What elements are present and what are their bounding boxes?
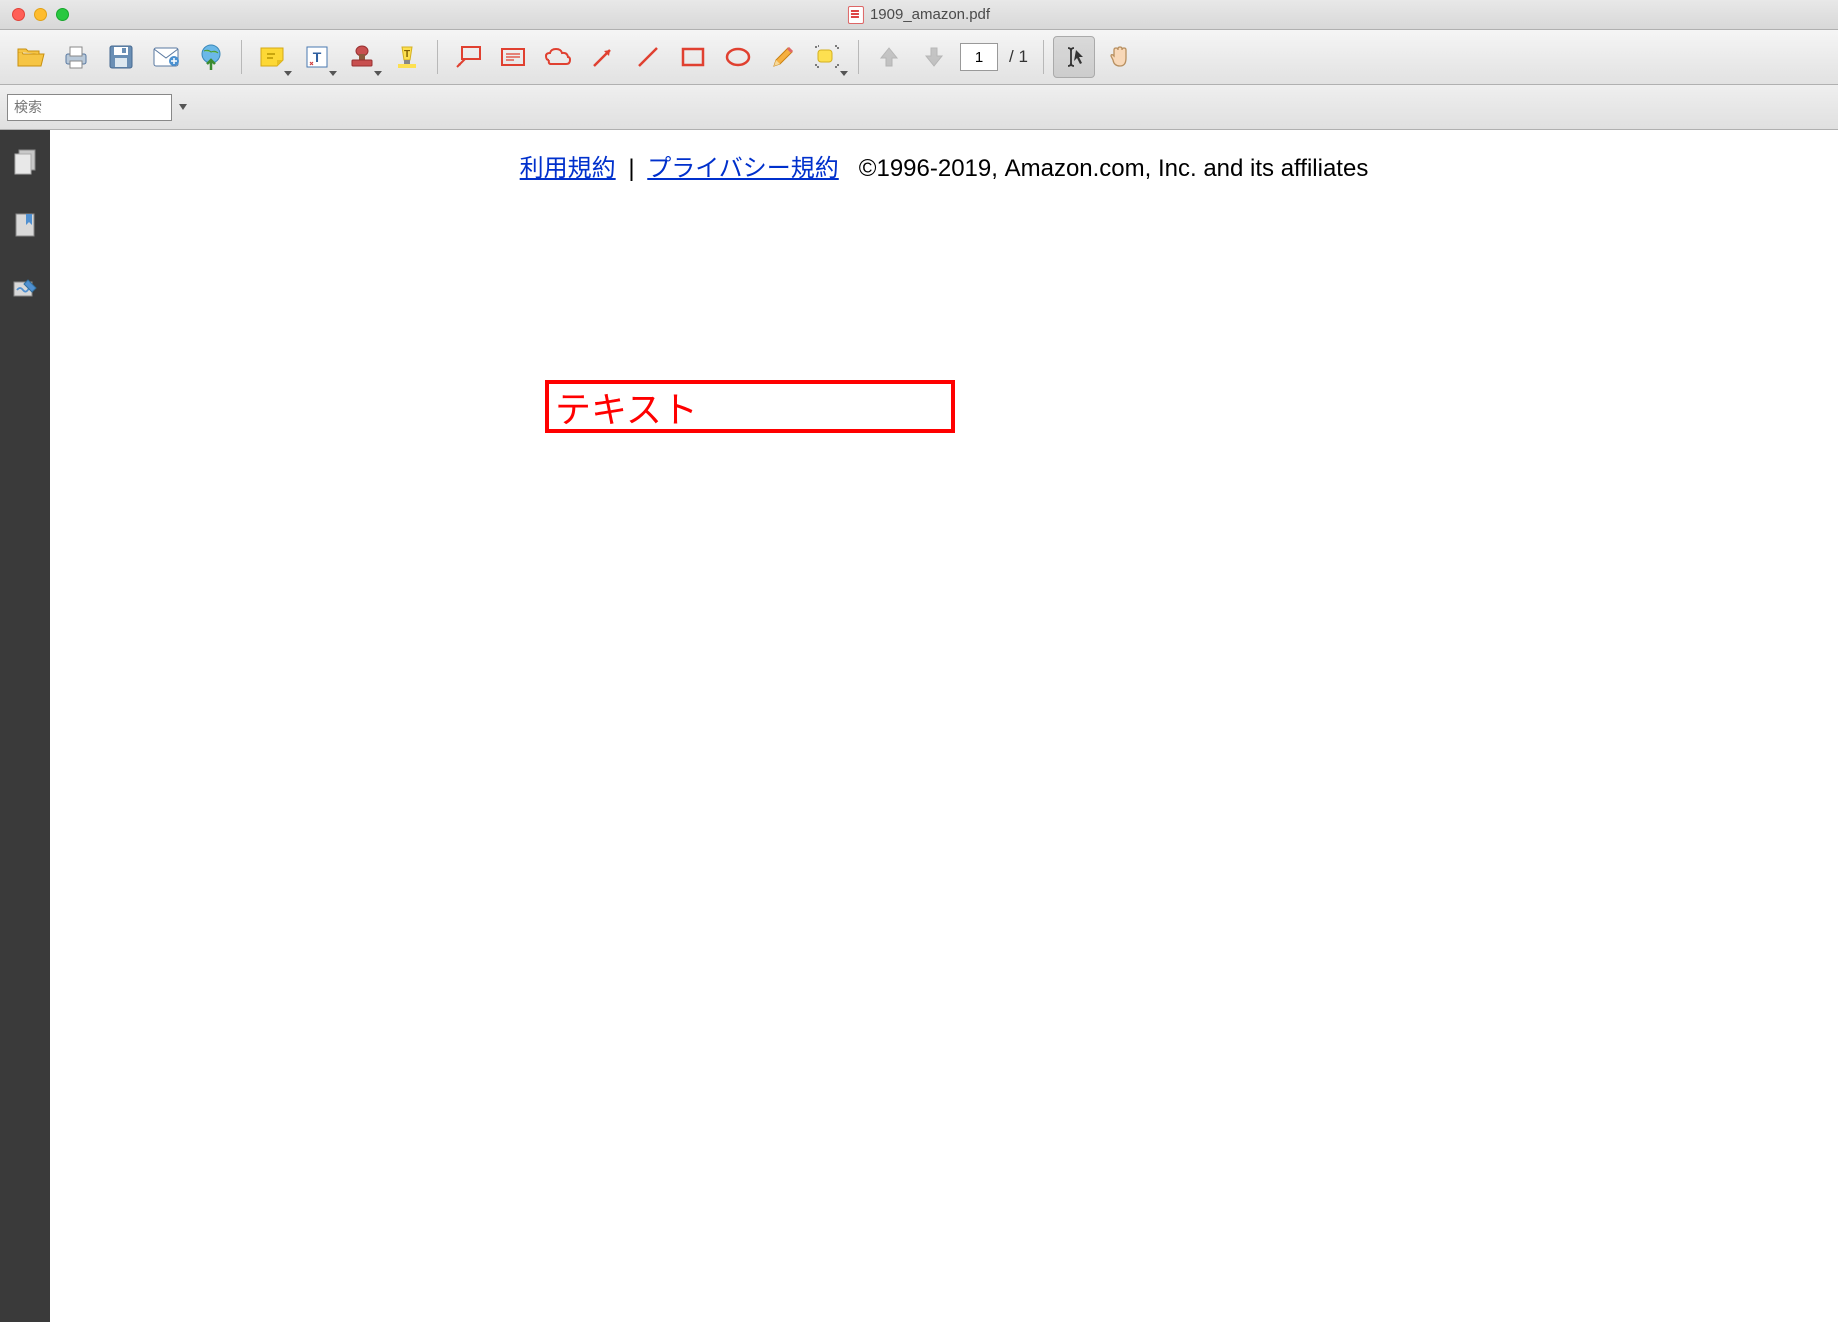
text-annotation[interactable]: テキスト xyxy=(545,380,955,433)
line-button[interactable] xyxy=(627,36,669,78)
printer-icon xyxy=(63,44,89,70)
textbox-icon xyxy=(500,47,526,67)
area-highlight-icon xyxy=(814,44,842,70)
save-button[interactable] xyxy=(100,36,142,78)
oval-button[interactable] xyxy=(717,36,759,78)
pencil-icon xyxy=(770,44,796,70)
privacy-link[interactable]: プライバシー規約 xyxy=(647,155,839,182)
floppy-disk-icon xyxy=(108,44,134,70)
next-page-button[interactable] xyxy=(913,36,955,78)
page-number-input[interactable] xyxy=(960,43,998,71)
window-title: 1909_amazon.pdf xyxy=(848,6,990,24)
highlighter-icon: T xyxy=(394,44,420,70)
page-content: 利用規約 | プライバシー規約 ©1996-2019, Amazon.com, … xyxy=(50,148,1838,183)
chevron-down-icon xyxy=(179,104,187,110)
separator xyxy=(858,40,859,74)
sticky-note-icon xyxy=(259,46,285,68)
pdf-file-icon xyxy=(848,6,864,24)
pencil-button[interactable] xyxy=(762,36,804,78)
thumbnails-panel-button[interactable] xyxy=(11,148,39,176)
titlebar: 1909_amazon.pdf xyxy=(0,0,1838,30)
minimize-button[interactable] xyxy=(34,8,47,21)
signatures-panel-button[interactable] xyxy=(11,274,39,302)
cloud-button[interactable] xyxy=(537,36,579,78)
envelope-icon xyxy=(152,46,180,68)
prev-page-button[interactable] xyxy=(868,36,910,78)
close-button[interactable] xyxy=(12,8,25,21)
share-button[interactable] xyxy=(190,36,232,78)
open-file-button[interactable] xyxy=(10,36,52,78)
folder-open-icon xyxy=(17,45,45,69)
callout-button[interactable] xyxy=(447,36,489,78)
terms-link[interactable]: 利用規約 xyxy=(520,155,616,182)
maximize-button[interactable] xyxy=(56,8,69,21)
document-view[interactable]: 利用規約 | プライバシー規約 ©1996-2019, Amazon.com, … xyxy=(50,130,1838,1322)
title-text: 1909_amazon.pdf xyxy=(870,6,990,23)
bookmarks-panel-button[interactable] xyxy=(11,211,39,239)
document-footer-line: 利用規約 | プライバシー規約 ©1996-2019, Amazon.com, … xyxy=(50,148,1838,183)
email-button[interactable] xyxy=(145,36,187,78)
window-controls xyxy=(0,8,69,21)
arrow-button[interactable] xyxy=(582,36,624,78)
print-button[interactable] xyxy=(55,36,97,78)
main-area: 利用規約 | プライバシー規約 ©1996-2019, Amazon.com, … xyxy=(0,130,1838,1322)
svg-text:T: T xyxy=(404,49,410,60)
copyright-text: ©1996-2019, Amazon.com, Inc. and its aff… xyxy=(859,155,1369,182)
page-total-label: / 1 xyxy=(1009,47,1028,67)
cloud-icon xyxy=(543,46,573,68)
signature-icon xyxy=(12,276,38,300)
chevron-down-icon xyxy=(329,71,337,76)
main-toolbar: T T / 1 xyxy=(0,30,1838,85)
chevron-down-icon xyxy=(284,71,292,76)
separator xyxy=(1043,40,1044,74)
note-button[interactable] xyxy=(251,36,293,78)
copyright-text xyxy=(845,155,858,182)
search-toolbar xyxy=(0,85,1838,130)
stamp-icon xyxy=(349,44,375,70)
line-icon xyxy=(635,44,661,70)
textbox-button[interactable] xyxy=(492,36,534,78)
hand-icon xyxy=(1106,44,1132,70)
pages-icon xyxy=(13,148,37,176)
rectangle-button[interactable] xyxy=(672,36,714,78)
chevron-down-icon xyxy=(840,71,848,76)
search-input[interactable] xyxy=(7,94,172,121)
text-select-button[interactable] xyxy=(1053,36,1095,78)
callout-icon xyxy=(454,45,482,69)
oval-icon xyxy=(724,46,752,68)
separator-pipe: | xyxy=(628,155,634,182)
svg-text:T: T xyxy=(313,49,322,65)
arrow-up-icon xyxy=(877,44,901,70)
arrow-down-icon xyxy=(922,44,946,70)
area-highlight-button[interactable] xyxy=(807,36,849,78)
side-panel xyxy=(0,130,50,1322)
chevron-down-icon xyxy=(374,71,382,76)
arrow-icon xyxy=(590,44,616,70)
hand-tool-button[interactable] xyxy=(1098,36,1140,78)
bookmark-icon xyxy=(13,211,37,239)
rectangle-icon xyxy=(680,46,706,68)
stamp-button[interactable] xyxy=(341,36,383,78)
text-tool-icon: T xyxy=(305,45,329,69)
highlight-button[interactable]: T xyxy=(386,36,428,78)
globe-upload-icon xyxy=(198,44,224,70)
text-cursor-icon xyxy=(1061,44,1087,70)
annotation-text[interactable]: テキスト xyxy=(555,381,698,433)
separator xyxy=(241,40,242,74)
separator xyxy=(437,40,438,74)
typewriter-button[interactable]: T xyxy=(296,36,338,78)
